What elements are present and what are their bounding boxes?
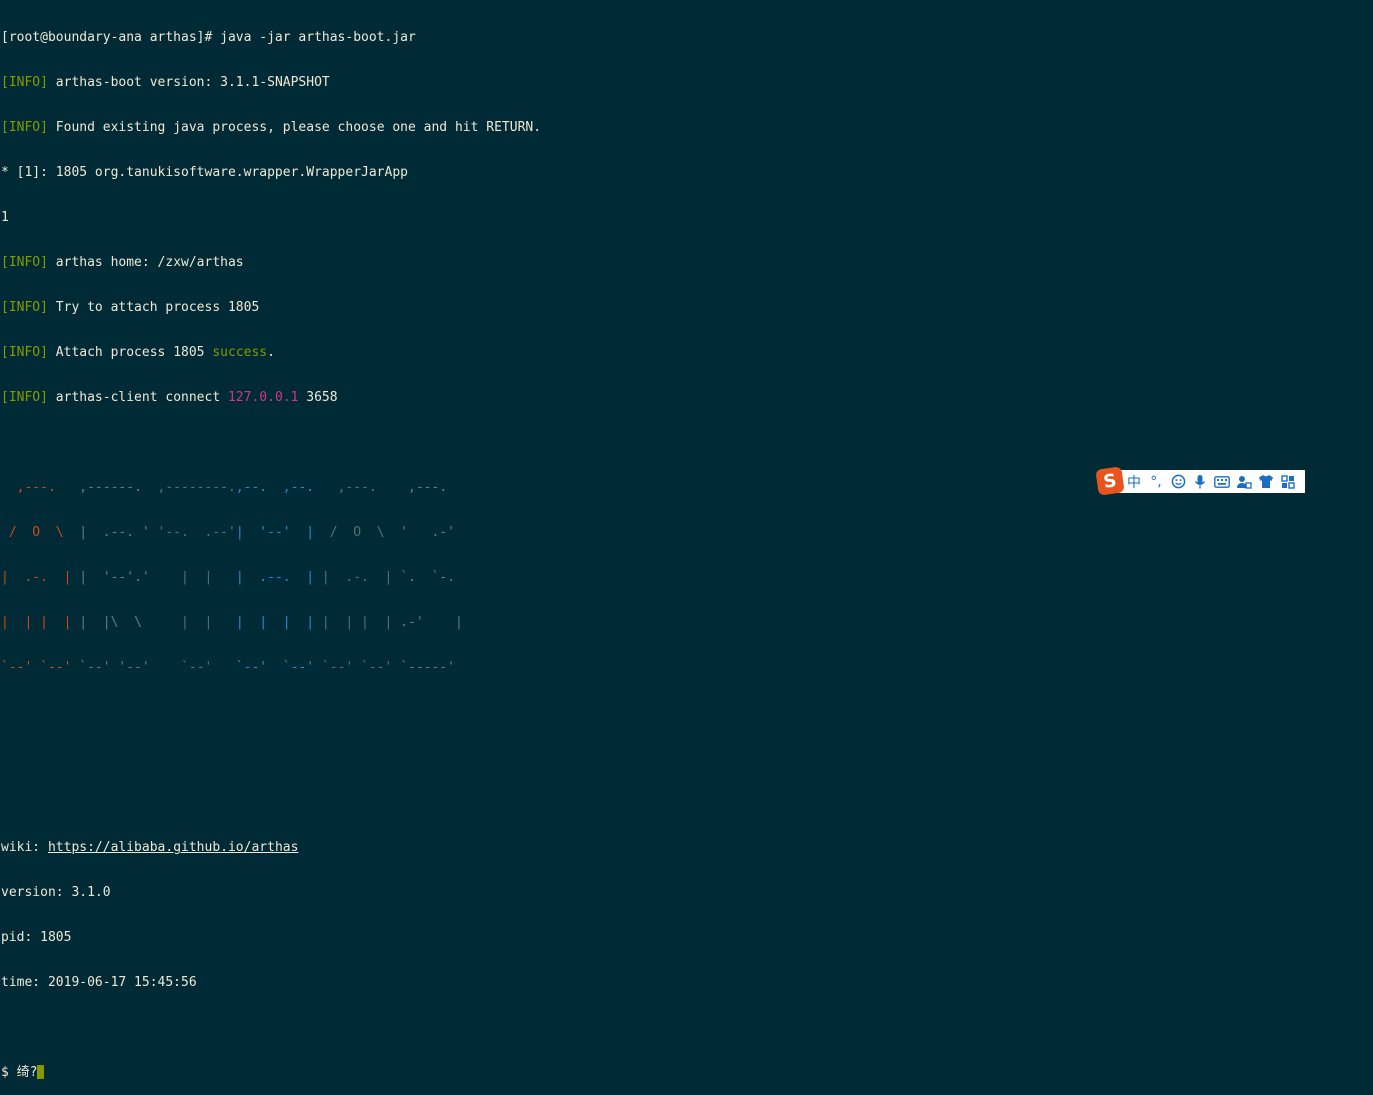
log-line-connect: [INFO] arthas-client connect 127.0.0.1 3…: [1, 390, 541, 405]
punctuation-mode-button[interactable]: °,: [1145, 470, 1167, 493]
user-tools-icon[interactable]: [1233, 470, 1255, 493]
wiki-link[interactable]: https://alibaba.github.io/arthas: [48, 840, 298, 855]
log-text: Attach process 1805: [47, 345, 213, 360]
log-line-home: [INFO] arthas home: /zxw/arthas: [1, 255, 541, 270]
terminal-output: [root@boundary-ana arthas]# java -jar ar…: [1, 0, 541, 1095]
logo-letter-a: / O \: [321, 525, 393, 540]
grid-apps-icon[interactable]: [1277, 470, 1299, 493]
log-line-try-attach: [INFO] Try to attach process 1805: [1, 300, 541, 315]
info-tag: [INFO]: [1, 300, 48, 315]
skin-shirt-icon[interactable]: [1255, 470, 1277, 493]
logo-row: | | | | | |\ \ | | | | | | | | | | .-' |: [1, 615, 541, 630]
logo-letter-t: | |: [149, 570, 236, 585]
info-tag: [INFO]: [1, 255, 48, 270]
wiki-line: wiki: https://alibaba.github.io/arthas: [1, 840, 541, 855]
connect-port: 3658: [298, 390, 338, 405]
info-tag: [INFO]: [1, 345, 48, 360]
connect-ip: 127.0.0.1: [227, 390, 299, 405]
pid-line: pid: 1805: [1, 930, 72, 945]
log-line-attach: [INFO] Attach process 1805 success.: [1, 345, 541, 360]
logo-letter-a: | .-. |: [1, 570, 72, 585]
logo-letter-r: ,------.: [71, 480, 150, 495]
logo-letter-a: ,---.: [1, 480, 72, 495]
user-choice: 1: [1, 210, 9, 225]
keyboard-icon[interactable]: [1211, 470, 1233, 493]
sogou-logo-icon[interactable]: S: [1095, 465, 1125, 496]
log-text: arthas home: /zxw/arthas: [47, 255, 244, 270]
shell-prompt-line[interactable]: $ 绮?: [1, 1065, 541, 1080]
wiki-label: wiki:: [1, 840, 48, 855]
time-line: time: 2019-06-17 15:45:56: [1, 975, 197, 990]
logo-letter-a: | .-. |: [321, 570, 393, 585]
version-line: version: 3.1.0: [1, 885, 111, 900]
logo-letter-h: | | | |: [235, 615, 322, 630]
logo-letter-a: `--' `--': [321, 660, 393, 675]
logo-letter-s: ' .-': [392, 525, 463, 540]
log-text: Try to attach process 1805: [47, 300, 260, 315]
logo-letter-a: | | | |: [1, 615, 72, 630]
logo-letter-h: `--' `--': [235, 660, 322, 675]
process-option: * [1]: 1805 org.tanukisoftware.wrapper.W…: [1, 165, 408, 180]
info-tag: [INFO]: [1, 75, 48, 90]
logo-letter-h: | .--. |: [235, 570, 322, 585]
logo-letter-a: / O \: [1, 525, 72, 540]
info-tag: [INFO]: [1, 120, 48, 135]
logo-row: | .-. | | '--'.' | | | .--. | | .-. | `.…: [1, 570, 541, 585]
logo-letter-s: `. `-.: [392, 570, 463, 585]
logo-letter-r: `--' '--': [71, 660, 150, 675]
log-text: Found existing java process, please choo…: [47, 120, 542, 135]
logo-letter-r: | |\ \: [71, 615, 150, 630]
logo-letter-t: | |: [149, 615, 236, 630]
emoji-icon[interactable]: [1167, 470, 1189, 493]
logo-row: `--' `--' `--' '--' `--' `--' `--' `--' …: [1, 660, 541, 675]
logo-letter-r: | .--. ': [71, 525, 150, 540]
microphone-icon[interactable]: [1189, 470, 1211, 493]
arthas-ascii-logo: ,---. ,------. ,--------.,--. ,--. ,---.…: [1, 450, 541, 705]
ime-toolbar[interactable]: S 中 °,: [1095, 465, 1305, 496]
logo-row: ,---. ,------. ,--------.,--. ,--. ,---.…: [1, 480, 541, 495]
info-tag: [INFO]: [1, 390, 48, 405]
logo-letter-r: | '--'.': [71, 570, 150, 585]
logo-letter-t: `--': [149, 660, 236, 675]
logo-letter-a: `--' `--': [1, 660, 72, 675]
chinese-mode-button[interactable]: 中: [1123, 470, 1145, 493]
logo-row: / O \ | .--. ' '--. .--'| '--' | / O \ '…: [1, 525, 541, 540]
log-text: .: [267, 345, 275, 360]
logo-letter-a: | | | |: [321, 615, 393, 630]
logo-letter-a: ,---.: [321, 480, 393, 495]
log-text: arthas-client connect: [47, 390, 228, 405]
logo-letter-s: ,---.: [392, 480, 463, 495]
logo-letter-t: '--. .--': [149, 525, 236, 540]
logo-letter-s: .-' |: [392, 615, 463, 630]
logo-letter-h: ,--. ,--.: [235, 480, 322, 495]
log-line-found-process: [INFO] Found existing java process, plea…: [1, 120, 541, 135]
text-cursor: [37, 1065, 45, 1079]
shell-prompt: $ 绮?: [1, 1065, 38, 1080]
log-line-boot-version: [INFO] arthas-boot version: 3.1.1-SNAPSH…: [1, 75, 541, 90]
logo-letter-t: ,--------.: [149, 480, 236, 495]
logo-letter-h: | '--' |: [235, 525, 322, 540]
command-line: [root@boundary-ana arthas]# java -jar ar…: [1, 30, 416, 45]
logo-letter-s: `-----': [392, 660, 463, 675]
log-text: arthas-boot version: 3.1.1-SNAPSHOT: [47, 75, 330, 90]
success-text: success: [212, 345, 268, 360]
